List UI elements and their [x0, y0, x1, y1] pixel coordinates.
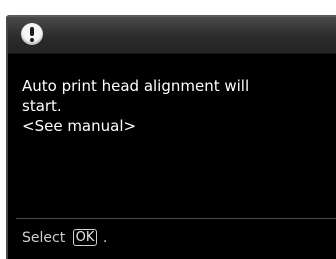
message-line-1: Auto print head alignment will: [22, 77, 250, 95]
footer-instruction: Select OK .: [22, 228, 107, 248]
message-line-3: <See manual>: [22, 117, 137, 135]
footer-period: .: [102, 230, 108, 246]
footer-divider: [16, 218, 336, 219]
dialog-title-bar: [8, 17, 336, 54]
ok-button-glyph[interactable]: OK: [72, 229, 98, 246]
select-label: Select: [22, 230, 66, 246]
message-line-2: start.: [22, 97, 62, 115]
exclamation-icon: [21, 23, 43, 45]
printer-lcd-screen: Auto print head alignment will start. <S…: [6, 15, 336, 259]
dialog-message: Auto print head alignment will start. <S…: [22, 76, 332, 136]
